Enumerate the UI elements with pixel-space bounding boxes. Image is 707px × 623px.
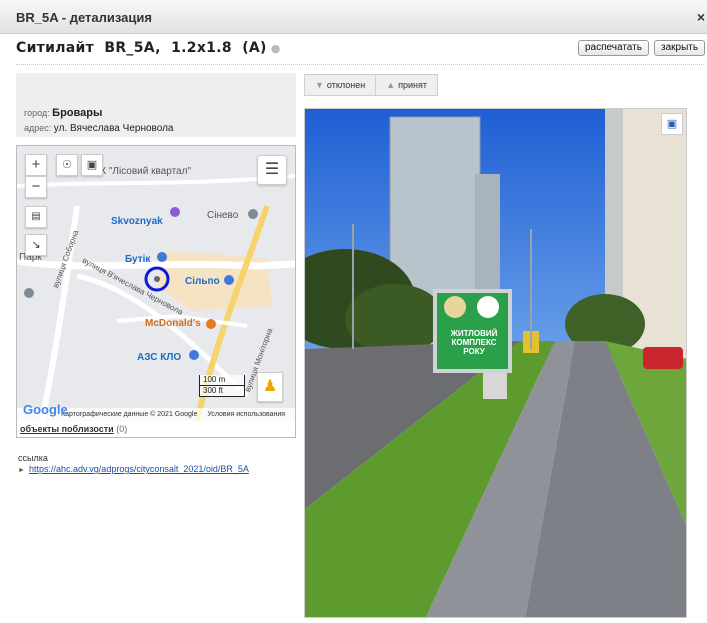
status-toggle: ▼ отклонен ▲ принят [304,74,438,96]
page-title-text: Ситилайт BR_5A, 1.2x1.8 (A) [16,40,267,56]
close-icon[interactable]: × [697,9,705,25]
dialog-titlebar: BR_5A - детализация × [0,0,707,34]
terms-link[interactable]: Условия использования [207,411,285,418]
map-label-complex: ЖК "Лісовий квартал" [91,166,191,177]
billboard-ad-text: ЖИТЛОВИЙ КОМПЛЕКС РОКУ [440,329,508,356]
attribution-text: Картографические данные © 2021 Google [61,411,198,418]
scale-meters: 100 m [199,375,245,386]
photo-save-icon[interactable]: ▣ [661,113,683,135]
ruler-icon[interactable]: ▤ [25,206,47,228]
detail-url-link[interactable]: https://ahc.adv.vg/adprogs/cityconsalt_2… [29,464,249,474]
address-value: ул. Вячеслава Черновола [53,123,174,134]
map-label-silpo: Сільпо [185,276,220,287]
layers-icon[interactable]: ☰ [257,155,287,185]
photo-scene [305,109,686,617]
accept-button[interactable]: ▲ принят [375,75,437,95]
map-label-azs: АЗС КЛО [137,352,182,363]
billboard-line-3: РОКУ [463,347,485,356]
link-row: ► https://ahc.adv.vg/adprogs/cityconsalt_… [18,464,249,474]
zoom-out-button[interactable]: − [25,176,47,198]
map-label-butik: Бутік [125,254,151,265]
billboard-line-1: ЖИТЛОВИЙ [450,329,498,338]
nearby-objects-link[interactable]: объекты поблизости [20,424,114,434]
print-button[interactable]: распечатать [578,40,649,56]
accept-label: принят [398,80,427,90]
google-logo: Google [23,402,68,417]
reject-label: отклонен [326,80,366,90]
billboard-line-2: КОМПЛЕКС [451,338,497,347]
city-label: город: [24,108,50,118]
map-label-skvoznyak: Skvoznyak [111,216,163,227]
thumbs-up-icon: ▲ [386,80,396,90]
city-value: Бровары [52,107,103,119]
map-scale: 100 m 300 ft [199,375,245,397]
billboard-photo: ЖИТЛОВИЙ КОМПЛЕКС РОКУ ▣ [304,108,687,618]
map-label-mcdonalds: McDonald's [145,318,201,329]
link-label: ссылка [18,453,48,463]
close-button[interactable]: закрыть [654,40,706,56]
save-icon[interactable]: ▣ [81,154,103,176]
map-panel: ЖК "Лісовий квартал" Skvoznyak Сінево Бу… [16,145,296,438]
scale-feet: 300 ft [199,386,245,397]
bullet-arrow-icon: ► [18,467,25,474]
reject-button[interactable]: ▼ отклонен [305,75,375,95]
page-title: Ситилайт BR_5A, 1.2x1.8 (A) ● [16,40,281,56]
pin-icon: ● [270,42,281,55]
thumbs-down-icon: ▼ [315,80,324,90]
locate-icon[interactable]: ☉ [56,154,78,176]
city-row: город: Бровары [24,107,102,119]
map-canvas[interactable]: ЖК "Лісовий квартал" Skvoznyak Сінево Бу… [17,146,295,421]
location-info: город: Бровары адрес: ул. Вячеслава Черн… [16,73,296,137]
map-label-sineve: Сінево [207,210,239,221]
address-row: адрес: ул. Вячеслава Черновола [24,123,173,134]
address-label: адрес: [24,123,52,133]
zoom-in-button[interactable]: + [25,154,47,176]
nearby-objects: объекты поблизости (0) [20,424,127,434]
dialog-title: BR_5A - детализация [16,10,152,25]
expand-arrow-icon[interactable]: ↘ [25,234,47,256]
pegman-icon[interactable]: ♟ [257,372,283,402]
divider [16,64,704,65]
nearby-count: (0) [116,424,128,434]
